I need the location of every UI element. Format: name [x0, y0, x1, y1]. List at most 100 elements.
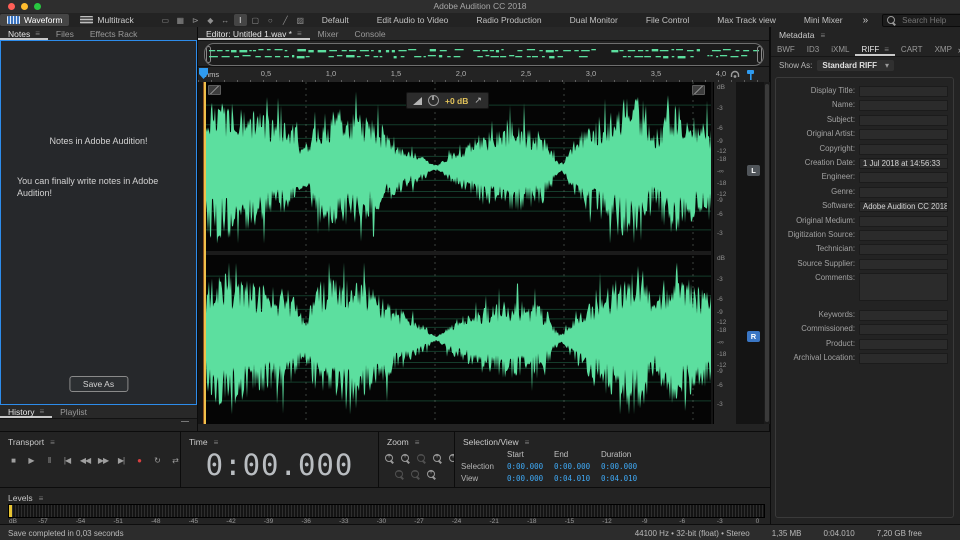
workspace-overflow-icon[interactable]: »: [863, 15, 869, 26]
time-value-field[interactable]: 0:00.000: [507, 462, 554, 471]
field-name-input[interactable]: [859, 100, 948, 111]
field-original-medium-input[interactable]: [859, 216, 948, 227]
right-channel-button[interactable]: R: [747, 331, 760, 342]
tab-cart[interactable]: CART: [895, 43, 929, 56]
waveform-view-button[interactable]: Waveform: [0, 14, 69, 26]
gain-value[interactable]: +0 dB: [445, 96, 468, 106]
field-software-input[interactable]: Adobe Audition CC 2018.1: [859, 201, 948, 212]
time-value-field[interactable]: 0:04.010: [554, 474, 601, 483]
skip-to-start-button[interactable]: |◀: [60, 454, 74, 467]
panel-menu-icon[interactable]: ≡: [35, 29, 40, 38]
field-engineer-input[interactable]: [859, 172, 948, 183]
volume-hud[interactable]: +0 dB ↗: [406, 92, 489, 109]
slip-tool-icon[interactable]: ↔: [219, 14, 232, 26]
field-keywords-input[interactable]: [859, 310, 948, 321]
field-comments-input[interactable]: [859, 273, 948, 301]
tab-editor-untitled-1-wav[interactable]: Editor: Untitled 1.wav *≡: [198, 27, 310, 40]
field-creation-date-input[interactable]: 1 Jul 2018 at 14:56:33: [859, 158, 948, 169]
zoom-out-full-button[interactable]: −: [395, 470, 404, 479]
pin-marker-icon[interactable]: [744, 69, 756, 81]
panel-menu-icon[interactable]: ≡: [297, 29, 302, 38]
playhead-line[interactable]: [203, 82, 206, 424]
tab-ixml[interactable]: iXML: [825, 43, 855, 56]
multitrack-view-button[interactable]: Multitrack: [73, 14, 140, 26]
tab-console[interactable]: Console: [346, 27, 393, 40]
panel-menu-icon[interactable]: ≡: [50, 438, 55, 447]
search-input[interactable]: [900, 15, 960, 26]
field-source-supplier-input[interactable]: [859, 259, 948, 270]
channel-options-icon[interactable]: [208, 85, 221, 95]
workspace-max-track-view[interactable]: Max Track view: [717, 15, 776, 25]
pause-button[interactable]: ‖: [42, 454, 56, 467]
field-genre-input[interactable]: [859, 187, 948, 198]
hud-pin-icon[interactable]: ↗: [474, 95, 482, 106]
play-button[interactable]: ▶: [24, 454, 38, 467]
tab-mixer[interactable]: Mixer: [310, 27, 347, 40]
zoom-in-horizontal-button[interactable]: +: [401, 454, 410, 463]
workspace-edit-audio-to-video[interactable]: Edit Audio to Video: [377, 15, 449, 25]
notes-text-area[interactable]: Notes in Adobe Audition! You can finally…: [0, 40, 197, 405]
workspace-dual-monitor[interactable]: Dual Monitor: [570, 15, 618, 25]
loop-playback-button[interactable]: ↻: [150, 454, 164, 467]
panel-menu-icon[interactable]: ≡: [820, 31, 825, 40]
time-selection-tool-icon[interactable]: I: [234, 14, 247, 26]
workspace-radio-production[interactable]: Radio Production: [476, 15, 541, 25]
panel-menu-icon[interactable]: ≡: [39, 494, 44, 503]
field-digitization-source-input[interactable]: [859, 230, 948, 241]
waveform-canvas[interactable]: [203, 82, 711, 424]
field-product-input[interactable]: [859, 339, 948, 350]
show-as-dropdown[interactable]: Standard RIFF ▾: [817, 60, 894, 71]
level-meter[interactable]: [8, 504, 765, 518]
time-value-field[interactable]: 0:00.000: [507, 474, 554, 483]
workspace-mini-mixer[interactable]: Mini Mixer: [804, 15, 843, 25]
field-display-title-input[interactable]: [859, 86, 948, 97]
move-tool-icon[interactable]: ⊳: [189, 14, 202, 26]
fast-forward-button[interactable]: ▶▶: [96, 454, 110, 467]
waveform-display[interactable]: +0 dB ↗ dB-3-6-9-12-18-∞-18-12-9-6-3 dB-…: [198, 82, 769, 424]
field-copyright-input[interactable]: [859, 144, 948, 155]
search-help-box[interactable]: [882, 14, 960, 27]
save-as-button[interactable]: Save As: [69, 376, 128, 392]
zoom-out-horizontal-button[interactable]: −: [417, 454, 426, 463]
skip-to-end-button[interactable]: ▶|: [114, 454, 128, 467]
field-commissioned-input[interactable]: [859, 324, 948, 335]
tab-effects-rack[interactable]: Effects Rack: [82, 27, 146, 40]
record-button[interactable]: ●: [132, 454, 146, 467]
zoom-in-button[interactable]: +: [385, 454, 394, 463]
rewind-button[interactable]: ◀◀: [78, 454, 92, 467]
zoom-in-at-in-point-button[interactable]: +: [433, 454, 442, 463]
time-value-field[interactable]: 0:00.000: [554, 462, 601, 471]
waveform-display-icon[interactable]: ▭: [159, 14, 172, 26]
paintbrush-selection-tool-icon[interactable]: ╱: [279, 14, 292, 26]
marquee-selection-tool-icon[interactable]: ▢: [249, 14, 262, 26]
workspace-default[interactable]: Default: [322, 15, 349, 25]
field-original-artist-input[interactable]: [859, 129, 948, 140]
time-value-field[interactable]: 0:00.000: [601, 462, 663, 471]
tab-notes[interactable]: Notes≡: [0, 27, 48, 40]
stop-button[interactable]: ■: [6, 454, 20, 467]
tab-bwf[interactable]: BWF: [771, 43, 801, 56]
spot-healing-brush-tool-icon[interactable]: ▨: [294, 14, 307, 26]
channel-options-icon[interactable]: [692, 85, 705, 95]
tab-xmp[interactable]: XMP: [929, 43, 958, 56]
razor-tool-icon[interactable]: ◆: [204, 14, 217, 26]
field-subject-input[interactable]: [859, 115, 948, 126]
timeline-ruler[interactable]: hms 0,51,01,52,02,53,03,54,0: [198, 66, 769, 83]
panel-overflow-icon[interactable]: [181, 421, 189, 422]
tab-id3[interactable]: ID3: [801, 43, 825, 56]
lasso-selection-tool-icon[interactable]: ○: [264, 14, 277, 26]
field-archival-location-input[interactable]: [859, 353, 948, 364]
time-value-field[interactable]: 0:04.010: [601, 474, 663, 483]
overview-navigator[interactable]: [204, 43, 764, 66]
spectral-display-icon[interactable]: ▦: [174, 14, 187, 26]
zoom-to-selection-button[interactable]: +: [427, 470, 436, 479]
panel-menu-icon[interactable]: ≡: [214, 438, 219, 447]
panel-menu-icon[interactable]: ≡: [39, 407, 44, 416]
zoom-reset-button[interactable]: −: [411, 470, 420, 479]
tab-riff[interactable]: RIFF≡: [855, 43, 894, 56]
field-technician-input[interactable]: [859, 244, 948, 255]
panel-menu-icon[interactable]: ≡: [415, 438, 420, 447]
monitor-headphone-icon[interactable]: [729, 69, 741, 81]
panel-menu-icon[interactable]: ≡: [525, 438, 530, 447]
tab-history[interactable]: History≡: [0, 405, 52, 418]
